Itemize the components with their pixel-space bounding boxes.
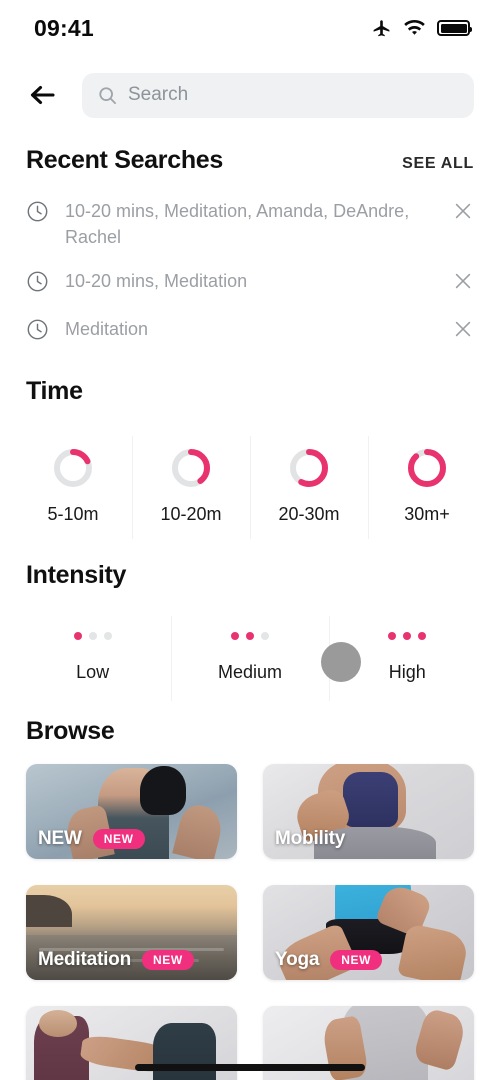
dot-empty [88, 632, 97, 641]
card-title: NEW [38, 828, 82, 850]
intensity-options: Low Medium High [0, 616, 500, 702]
section-title-intensity: Intensity [26, 561, 127, 590]
clock-icon [26, 270, 49, 298]
card-title: Meditation [38, 949, 131, 971]
close-icon[interactable] [452, 318, 474, 345]
progress-ring-icon [408, 449, 446, 488]
intensity-section: Intensity Low Medium High [0, 561, 500, 702]
dot-filled [388, 632, 397, 641]
intensity-option-low[interactable]: Low [14, 616, 171, 701]
browse-card-new[interactable]: NEW NEW [26, 764, 237, 860]
airplane-mode-icon [373, 19, 390, 36]
card-footer: NEW NEW [38, 828, 227, 850]
dot-filled [418, 632, 427, 641]
wifi-icon [404, 19, 425, 35]
time-options: 5-10m 10-20m 20-30m 30m+ [0, 434, 500, 541]
see-all-button[interactable]: SEE ALL [402, 155, 474, 173]
search-header: Search [0, 56, 500, 126]
recent-searches-section: Recent Searches SEE ALL 10-20 mins, Medi… [0, 146, 500, 355]
list-item[interactable]: 10-20 mins, Meditation, Amanda, DeAndre,… [0, 189, 500, 259]
recent-searches-header: Recent Searches SEE ALL [0, 146, 500, 175]
intensity-dots [388, 632, 427, 641]
page-title: Recent Searches [26, 146, 224, 174]
time-option-10-20m[interactable]: 10-20m [132, 434, 250, 541]
status-badge: NEW [92, 829, 145, 850]
search-input[interactable]: Search [82, 72, 474, 118]
status-time: 09:41 [34, 14, 94, 41]
dot-filled [73, 632, 82, 641]
progress-ring-icon [290, 449, 328, 488]
time-option-label: 10-20m [160, 504, 222, 525]
intensity-option-label: Low [76, 662, 110, 683]
recent-search-text: 10-20 mins, Meditation, Amanda, DeAndre,… [65, 201, 410, 248]
browse-grid: NEW NEW Mobility Meditation NEW Yoga NEW [0, 764, 500, 1080]
section-title-time: Time [26, 377, 83, 406]
time-option-label: 5-10m [47, 504, 99, 525]
time-option-label: 30m+ [404, 504, 450, 525]
search-placeholder: Search [128, 84, 189, 105]
close-icon[interactable] [452, 270, 474, 297]
intensity-dots [73, 632, 112, 641]
card-footer: Meditation NEW [38, 949, 227, 971]
time-section: Time 5-10m 10-20m 20-30m 30m+ [0, 377, 500, 541]
home-indicator [135, 1064, 365, 1071]
status-icons [371, 18, 472, 39]
status-badge: NEW [142, 950, 194, 971]
intensity-option-label: High [388, 662, 426, 683]
browse-card-mobility[interactable]: Mobility [263, 764, 474, 860]
intensity-header: Intensity [0, 561, 500, 590]
time-option-30m-plus[interactable]: 30m+ [368, 434, 486, 541]
card-footer: Yoga NEW [275, 949, 464, 971]
dot-filled [245, 632, 254, 641]
browse-section: Browse NEW NEW Mobility Meditation NEW Y… [0, 717, 500, 1080]
dot-filled [230, 632, 239, 641]
browse-card-meditation[interactable]: Meditation NEW [26, 885, 237, 981]
dot-filled [403, 632, 412, 641]
browse-card-yoga[interactable]: Yoga NEW [263, 885, 474, 981]
time-option-label: 20-30m [278, 504, 340, 525]
progress-ring-icon [172, 449, 210, 488]
back-arrow-icon [30, 85, 55, 105]
recent-search-text: 10-20 mins, Meditation [65, 271, 248, 292]
status-bar: 09:41 [0, 0, 500, 56]
intensity-option-high[interactable]: High [328, 616, 486, 702]
dot-empty [260, 632, 269, 641]
time-option-5-10m[interactable]: 5-10m [14, 434, 132, 541]
clock-icon [26, 200, 49, 228]
card-title: Yoga [275, 949, 320, 971]
dot-empty [103, 632, 112, 641]
browse-header: Browse [0, 717, 500, 746]
time-option-20-30m[interactable]: 20-30m [250, 434, 368, 541]
search-screen: 09:41 Search Recent Searches SEE ALL 10-… [0, 0, 500, 1080]
time-header: Time [0, 377, 500, 406]
card-footer: Mobility [275, 828, 464, 850]
list-item[interactable]: Meditation [0, 307, 500, 355]
clock-icon [26, 318, 49, 346]
close-icon[interactable] [452, 200, 474, 227]
section-title-browse: Browse [26, 717, 115, 746]
intensity-option-medium[interactable]: Medium [171, 616, 328, 702]
list-item[interactable]: 10-20 mins, Meditation [0, 259, 500, 307]
search-icon [99, 86, 117, 104]
battery-icon [437, 20, 472, 36]
recent-searches-list: 10-20 mins, Meditation, Amanda, DeAndre,… [0, 189, 500, 355]
intensity-option-label: Medium [217, 662, 282, 683]
back-button[interactable] [26, 78, 60, 112]
intensity-dots [230, 632, 269, 641]
progress-ring-icon [54, 449, 92, 488]
status-badge: NEW [330, 950, 383, 971]
recent-search-text: Meditation [65, 319, 149, 340]
card-title: Mobility [275, 828, 346, 850]
